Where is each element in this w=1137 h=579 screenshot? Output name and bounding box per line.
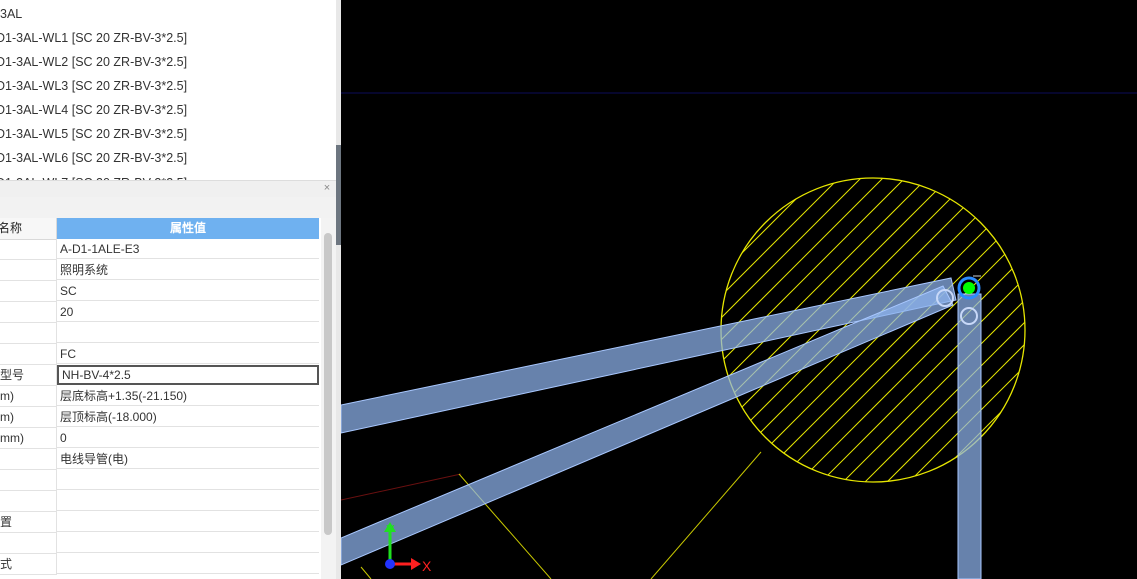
property-grid-scrollbar[interactable]	[321, 218, 336, 579]
header-value: 属性值	[57, 218, 319, 239]
property-row[interactable]	[0, 533, 320, 554]
axis-x-label: X	[422, 558, 432, 574]
cad-view: Y X	[341, 92, 1137, 579]
property-row[interactable]	[0, 470, 320, 491]
property-name-cell: 式	[0, 554, 57, 575]
tree-item-3al[interactable]: 3AL	[0, 3, 22, 25]
property-panel-toolbar	[0, 197, 336, 218]
property-value-cell[interactable]: A-D1-1ALE-E3	[57, 239, 319, 259]
property-name-cell	[0, 470, 57, 491]
property-row[interactable]: 20	[0, 302, 320, 323]
property-value-cell[interactable]	[57, 533, 319, 553]
property-name-cell	[0, 491, 57, 512]
property-row[interactable]: 照明系统	[0, 260, 320, 281]
scrollbar-thumb[interactable]	[324, 233, 332, 535]
hatch-line	[904, 178, 1025, 482]
property-value-cell[interactable]	[57, 554, 319, 574]
property-value-cell[interactable]: 层顶标高(-18.000)	[57, 407, 319, 427]
property-row[interactable]: m) 层底标高+1.35(-21.150)	[0, 386, 320, 407]
tree-item-wl5[interactable]: D1-3AL-WL5 [SC 20 ZR-BV-3*2.5]	[0, 123, 187, 145]
property-name-cell	[0, 260, 57, 281]
property-row[interactable]: 置	[0, 512, 320, 533]
property-row[interactable]: 电线导管(电)	[0, 449, 320, 470]
property-name-cell	[0, 302, 57, 323]
axis-y-label: Y	[386, 522, 395, 537]
property-value-cell[interactable]: 电线导管(电)	[57, 449, 319, 469]
property-value-cell[interactable]: 照明系统	[57, 260, 319, 280]
property-value-cell[interactable]	[57, 323, 319, 343]
property-value-cell[interactable]	[57, 512, 319, 532]
property-name-cell: mm)	[0, 428, 57, 449]
conduit-pipe-vertical[interactable]	[957, 293, 982, 579]
property-name-cell: 置	[0, 512, 57, 533]
property-name-cell: m)	[0, 386, 57, 407]
property-value-cell[interactable]: FC	[57, 344, 319, 364]
property-grid: 名称 属性值 A-D1-1ALE-E3 照明系统 SC 20 FC 型号 NH-BV-4*2…	[0, 218, 320, 579]
property-name-cell: 型号	[0, 365, 57, 386]
property-value-cell[interactable]: 层底标高+1.35(-21.150)	[57, 386, 319, 406]
drawing-canvas[interactable]: Y X	[341, 0, 1137, 579]
property-value-cell[interactable]	[57, 470, 319, 490]
property-row[interactable]: A-D1-1ALE-E3	[0, 239, 320, 260]
property-name-cell: m)	[0, 407, 57, 428]
property-row[interactable]	[0, 491, 320, 512]
reference-line	[360, 566, 372, 579]
tree-item-wl1[interactable]: D1-3AL-WL1 [SC 20 ZR-BV-3*2.5]	[0, 27, 187, 49]
node-point[interactable]	[963, 282, 975, 294]
close-icon[interactable]: ×	[322, 181, 332, 195]
property-row[interactable]: m) 层顶标高(-18.000)	[0, 407, 320, 428]
property-value-cell[interactable]: SC	[57, 281, 319, 301]
property-row[interactable]: SC	[0, 281, 320, 302]
property-value-cell[interactable]	[57, 491, 319, 511]
tree-item-wl7[interactable]: D1-3AL-WL7 [SC 20 ZR-BV-3*2.5]	[0, 172, 187, 180]
header-name: 名称	[0, 218, 57, 240]
property-name-cell	[0, 533, 57, 554]
conduit-pipe-lower[interactable]	[341, 285, 954, 566]
property-name-cell	[0, 239, 57, 260]
property-value-cell[interactable]: 0	[57, 428, 319, 448]
reference-line	[650, 451, 762, 579]
property-row[interactable]: 式	[0, 554, 320, 575]
property-row[interactable]: FC	[0, 344, 320, 365]
property-grid-header: 名称 属性值	[0, 218, 320, 240]
circuit-tree: 3AL D1-3AL-WL1 [SC 20 ZR-BV-3*2.5] D1-3A…	[0, 0, 336, 180]
property-name-cell	[0, 344, 57, 365]
hatch-line	[992, 178, 1025, 482]
property-row[interactable]: mm) 0	[0, 428, 320, 449]
hatch-line	[970, 178, 1025, 482]
property-panel-header: ×	[0, 180, 336, 197]
property-name-cell	[0, 323, 57, 344]
left-panel: 3AL D1-3AL-WL1 [SC 20 ZR-BV-3*2.5] D1-3A…	[0, 0, 336, 579]
tree-item-wl4[interactable]: D1-3AL-WL4 [SC 20 ZR-BV-3*2.5]	[0, 99, 187, 121]
property-value-cell[interactable]: NH-BV-4*2.5	[57, 365, 319, 385]
tree-item-wl2[interactable]: D1-3AL-WL2 [SC 20 ZR-BV-3*2.5]	[0, 51, 187, 73]
tree-item-wl6[interactable]: D1-3AL-WL6 [SC 20 ZR-BV-3*2.5]	[0, 147, 187, 169]
tree-item-wl3[interactable]: D1-3AL-WL3 [SC 20 ZR-BV-3*2.5]	[0, 75, 187, 97]
property-name-cell	[0, 449, 57, 470]
property-row[interactable]: 型号 NH-BV-4*2.5	[0, 365, 320, 386]
property-name-cell	[0, 281, 57, 302]
hatch-line	[860, 178, 1025, 482]
property-row[interactable]	[0, 323, 320, 344]
property-value-cell[interactable]: 20	[57, 302, 319, 322]
